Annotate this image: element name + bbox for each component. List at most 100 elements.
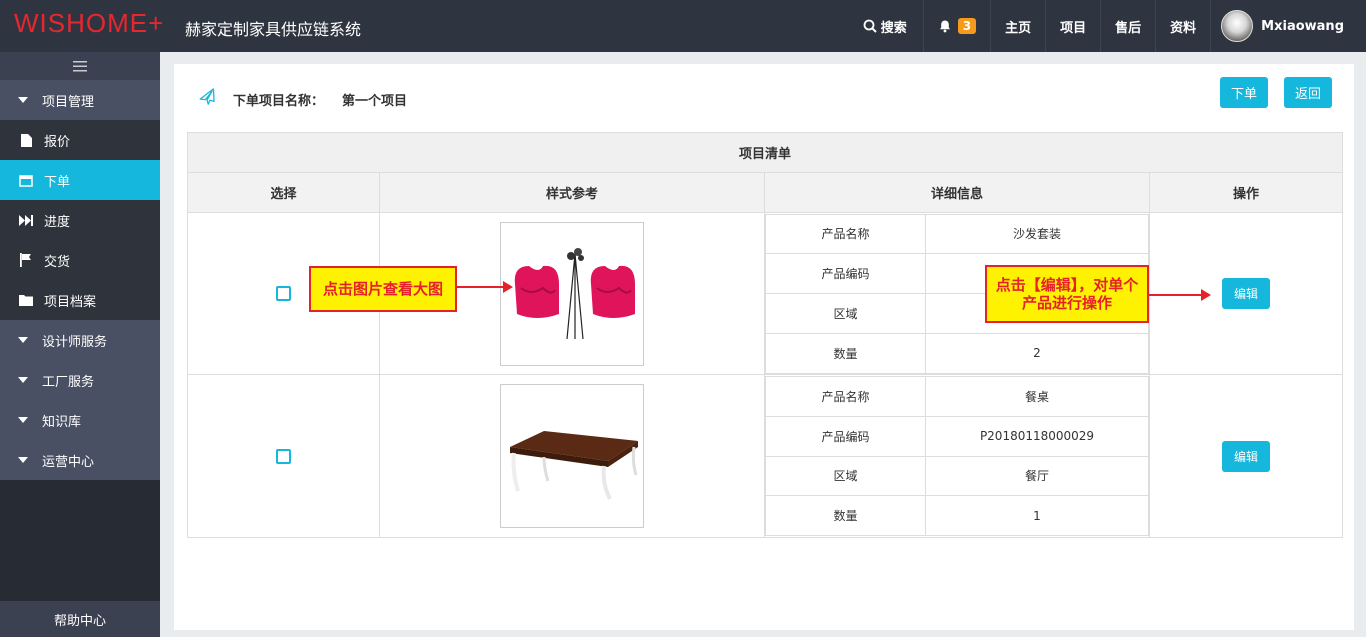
detail-row: 区域 餐厅 (766, 456, 1148, 497)
detail-value: 沙发套装 (1012, 227, 1061, 242)
detail-label: 区域 (766, 294, 926, 333)
sidebar-item-label: 项目档案 (44, 294, 97, 310)
bell-icon (939, 20, 950, 33)
detail-row: 产品名称 餐桌 (766, 377, 1148, 417)
search-button[interactable]: 搜索 (849, 0, 923, 52)
calendar-icon (18, 174, 34, 187)
search-label: 搜索 (880, 20, 907, 36)
nav-info[interactable]: 资料 (1155, 0, 1210, 52)
dining-table-image[interactable] (500, 384, 644, 528)
top-nav: 搜索 3 主页 项目 售后 资料 Mxiaowang (849, 0, 1366, 52)
back-button[interactable]: 返回 (1284, 77, 1332, 108)
column-header-select: 选择 (188, 173, 380, 212)
nav-home[interactable]: 主页 (990, 0, 1045, 52)
sidebar-item-label: 工厂服务 (42, 374, 95, 390)
detail-row: 产品名称 沙发套装 (766, 214, 1148, 255)
sidebar-item-knowledge-base[interactable]: 知识库 (0, 400, 160, 440)
paper-plane-icon (198, 88, 219, 111)
order-panel: 下单项目名称： 第一个项目 下单 返回 项目清单 选择 样式参考 详细信息 操作 (174, 64, 1354, 630)
sidebar-item-label: 下单 (44, 174, 71, 190)
detail-label: 数量 (766, 496, 926, 535)
detail-value: 1 (1033, 508, 1041, 523)
nav-aftersale[interactable]: 售后 (1100, 0, 1155, 52)
user-menu[interactable]: Mxiaowang (1210, 0, 1366, 52)
details-cell: 产品名称 餐桌 产品编码 P20180118000029 区域 餐厅 数量 1 (765, 375, 1150, 537)
sidebar-item-label: 设计师服务 (42, 334, 108, 350)
sidebar-item-project-archive[interactable]: 项目档案 (0, 280, 160, 320)
image-cell (380, 375, 765, 537)
row-checkbox[interactable] (276, 448, 291, 464)
actions-cell: 编辑 (1150, 375, 1342, 537)
edit-hint-arrow (1149, 294, 1201, 296)
image-hint-arrowhead (503, 281, 513, 293)
submit-order-button[interactable]: 下单 (1220, 77, 1268, 108)
select-cell (188, 375, 380, 537)
sidebar-item-delivery[interactable]: 交货 (0, 240, 160, 280)
order-header: 下单项目名称： 第一个项目 (198, 88, 407, 111)
sidebar-group-project: 项目管理 (0, 80, 160, 120)
column-header-actions: 操作 (1232, 187, 1259, 202)
edit-button[interactable]: 编辑 (1222, 278, 1270, 309)
detail-label: 产品名称 (766, 214, 926, 254)
sidebar-item-order[interactable]: 下单 (0, 160, 160, 200)
detail-label: 产品名称 (766, 377, 926, 416)
detail-value: 餐厅 (1024, 469, 1049, 484)
detail-row: 产品编码 P20180118000029 (766, 416, 1148, 457)
top-bar: WISHOME+ 赫家定制家具供应链系统 搜索 3 主页 项目 售后 资料 Mx… (0, 0, 1366, 52)
sidebar-item-quote[interactable]: 报价 (0, 120, 160, 160)
notifications-button[interactable]: 3 (922, 0, 990, 52)
notification-count-badge: 3 (957, 18, 977, 34)
image-hint-arrow (457, 286, 503, 288)
help-center-link[interactable]: 帮助中心 (0, 601, 160, 637)
table-header: 选择 样式参考 详细信息 操作 (188, 173, 1342, 213)
order-name-label: 下单项目名称： (233, 94, 325, 109)
product-details: 产品名称 餐桌 产品编码 P20180118000029 区域 餐厅 数量 1 (765, 376, 1149, 536)
project-list-table: 项目清单 选择 样式参考 详细信息 操作 产品名称 沙发套装 产品编码 区域 数… (187, 132, 1343, 538)
sidebar-item-label: 报价 (44, 134, 71, 150)
detail-value: P20180118000029 (979, 429, 1095, 444)
detail-label: 产品编码 (766, 254, 926, 293)
row-checkbox[interactable] (276, 286, 291, 301)
caret-down-icon (18, 97, 28, 103)
scrollbar-track[interactable] (1356, 52, 1366, 637)
sidebar-item-progress[interactable]: 进度 (0, 200, 160, 240)
sidebar-item-project-management[interactable]: 项目管理 (0, 80, 160, 120)
detail-row: 数量 1 (766, 496, 1148, 535)
sidebar-item-label: 进度 (44, 214, 71, 230)
table-title: 项目清单 (188, 133, 1342, 173)
column-header-details: 详细信息 (765, 173, 1150, 212)
detail-label: 区域 (766, 456, 926, 496)
username: Mxiaowang (1261, 18, 1344, 34)
sidebar-item-label: 交货 (44, 254, 71, 270)
brand-logo[interactable]: WISHOME+ (14, 8, 164, 39)
table-row: 产品名称 餐桌 产品编码 P20180118000029 区域 餐厅 数量 1 (188, 375, 1342, 537)
fast-forward-icon (18, 214, 34, 226)
column-header-style-reference: 样式参考 (380, 173, 765, 212)
menu-icon (73, 60, 87, 71)
detail-value: 2 (1033, 346, 1041, 361)
detail-label: 数量 (766, 333, 926, 373)
flag-icon (18, 253, 34, 267)
sidebar-item-label: 项目管理 (42, 94, 95, 110)
sidebar: 项目管理 报价 下单 进度 交货 项目档案 设计师服务 工厂服务 知识库 运营中… (0, 52, 160, 637)
search-icon (863, 19, 877, 33)
image-hint-callout: 点击图片查看大图 (309, 266, 457, 312)
sidebar-item-designer-service[interactable]: 设计师服务 (0, 320, 160, 360)
caret-down-icon (18, 337, 28, 343)
caret-down-icon (18, 457, 28, 463)
avatar (1221, 10, 1254, 42)
sofa-set-image[interactable] (500, 221, 644, 366)
edit-button[interactable]: 编辑 (1222, 440, 1270, 472)
sidebar-item-label: 知识库 (42, 414, 82, 430)
caret-down-icon (18, 417, 28, 423)
sidebar-toggle[interactable] (0, 52, 160, 80)
nav-project[interactable]: 项目 (1045, 0, 1100, 52)
sidebar-item-operations-center[interactable]: 运营中心 (0, 440, 160, 480)
detail-row: 数量 2 (766, 333, 1148, 373)
detail-value: 餐桌 (1024, 389, 1049, 404)
sidebar-group-services: 设计师服务 工厂服务 知识库 运营中心 (0, 320, 160, 480)
file-icon (18, 133, 34, 147)
sidebar-item-factory-service[interactable]: 工厂服务 (0, 360, 160, 400)
sidebar-item-label: 运营中心 (42, 454, 95, 470)
edit-hint-arrowhead (1201, 289, 1211, 301)
